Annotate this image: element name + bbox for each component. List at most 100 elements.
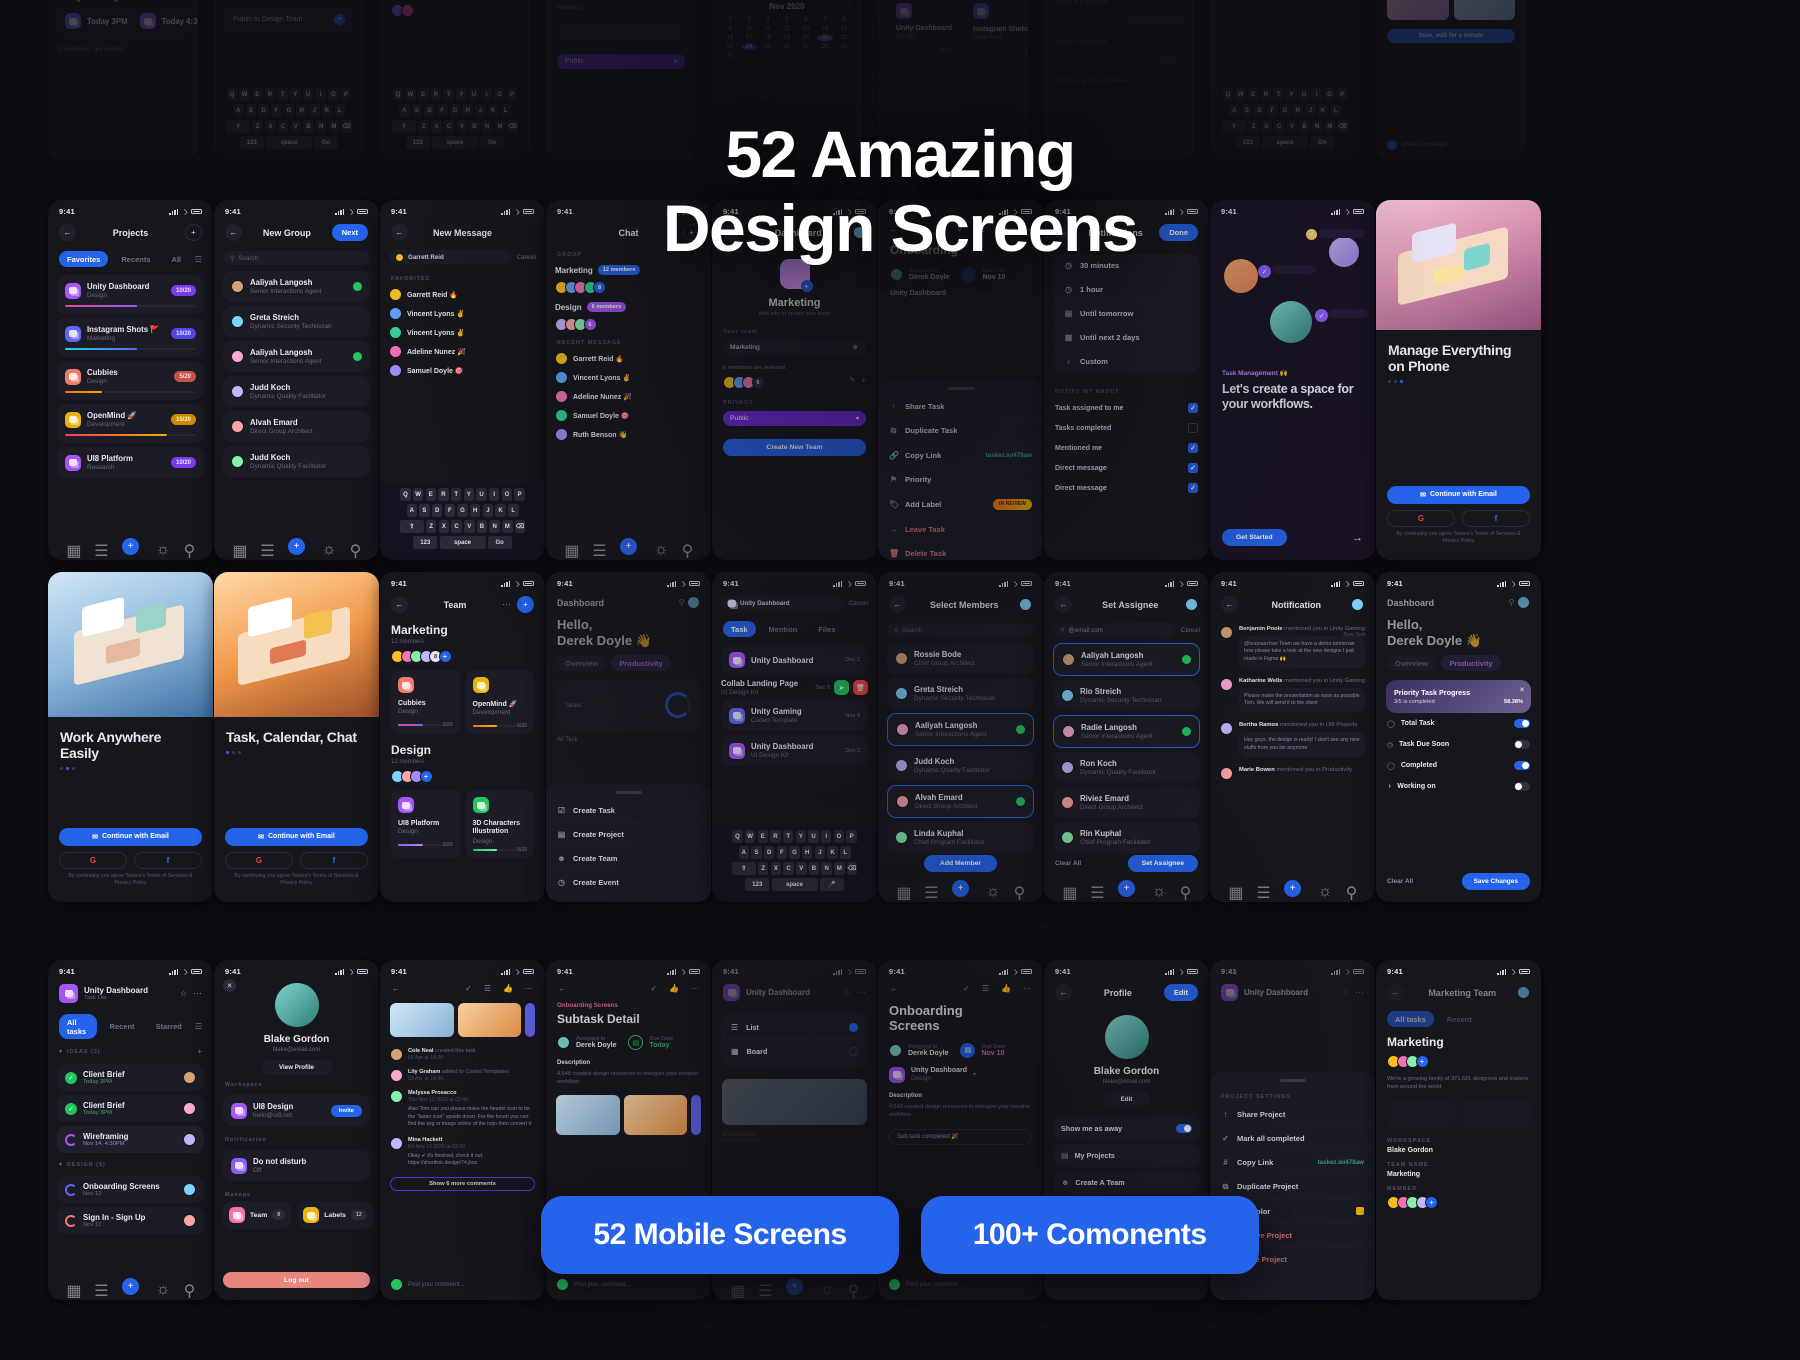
checkbox[interactable]: ✓ bbox=[1188, 463, 1198, 473]
bottom-nav[interactable]: ▦ ☰ + ☼ ⚲ bbox=[214, 538, 379, 560]
bell-icon[interactable]: ☼ bbox=[1318, 883, 1333, 900]
back-button[interactable]: ← bbox=[1055, 596, 1072, 613]
screen-onboarding-task[interactable]: Task, Calendar, Chat ✉ Continue with Ema… bbox=[214, 572, 379, 902]
filter-row[interactable]: ◯ Total Task bbox=[1376, 713, 1541, 734]
project-card[interactable]: 3D Characters Illustration Design 5/20 bbox=[465, 790, 534, 858]
toggle[interactable] bbox=[1514, 761, 1530, 771]
email-field[interactable]: ⚲ @email.com bbox=[1053, 623, 1176, 637]
checkbox[interactable]: ✓ bbox=[1188, 483, 1198, 493]
filter-row[interactable]: ◑ Working on bbox=[1376, 776, 1541, 797]
like-icon[interactable]: 👍 bbox=[503, 984, 513, 993]
clear-all-button[interactable]: Clear All bbox=[1387, 878, 1413, 885]
list-item[interactable]: ✓ Client Brief Today 3PM bbox=[57, 1064, 204, 1091]
continue-with-email-button[interactable]: ✉ Continue with Email bbox=[59, 827, 202, 846]
dot[interactable] bbox=[1388, 380, 1391, 384]
like-icon[interactable]: 👍 bbox=[669, 984, 679, 993]
list-icon[interactable]: ☰ bbox=[758, 1281, 772, 1300]
logout-button[interactable]: Log out bbox=[223, 1272, 370, 1288]
assignee-list[interactable]: Aaliyah Langosh Senior Interactions Agen… bbox=[1044, 643, 1209, 853]
more-icon[interactable]: ⋯ bbox=[525, 984, 533, 993]
back-button[interactable]: ← bbox=[1387, 984, 1404, 1001]
attachment-thumb[interactable] bbox=[525, 1003, 535, 1037]
grid-icon[interactable]: ▦ bbox=[1228, 883, 1243, 902]
calendar-icon[interactable]: ▤ bbox=[628, 1035, 644, 1050]
chevron-down-icon[interactable]: ▾ bbox=[59, 1161, 62, 1168]
chip-productivity[interactable]: Productivity bbox=[1441, 655, 1501, 672]
menu-item-leave-task[interactable]: → Leave Task bbox=[878, 518, 1043, 542]
list-item[interactable]: Rin Kuphal Chief Program Facilitator bbox=[1053, 822, 1200, 853]
table-row[interactable]: Unity Dashboard Dec 2 bbox=[721, 645, 868, 675]
attachment-thumb[interactable] bbox=[390, 1003, 454, 1037]
clear-all-button[interactable]: Clear All bbox=[1055, 860, 1081, 867]
progress-filters[interactable]: ◯ Total Task ◷ Task Due Soon ◯ Completed… bbox=[1376, 713, 1541, 797]
bell-icon[interactable]: ☼ bbox=[986, 883, 1001, 900]
row-show-away[interactable]: Show me as away bbox=[1053, 1117, 1200, 1140]
subtask-completed-row[interactable]: Sub task completed 🎉 bbox=[889, 1128, 1032, 1145]
create-team-button[interactable]: Create New Team bbox=[723, 439, 866, 456]
menu-item-share-task[interactable]: ↑ Share Task bbox=[878, 395, 1043, 419]
google-login-button[interactable]: G bbox=[1387, 509, 1455, 527]
menu-item-delete-task[interactable]: 🗑 Delete Task bbox=[878, 542, 1043, 561]
close-icon[interactable]: ✕ bbox=[223, 979, 236, 992]
tab-all-tasks[interactable]: All tasks bbox=[1387, 1011, 1434, 1027]
menu-item-copy-link[interactable]: 🔗 Copy Link taskez.io/478aw bbox=[878, 444, 1043, 468]
more-icon[interactable]: ⋯ bbox=[1355, 987, 1364, 998]
task-tabs[interactable]: All tasks Recent Starred ☲ bbox=[48, 1008, 213, 1043]
calendar-icon[interactable]: ▤ bbox=[960, 1042, 976, 1058]
list-item[interactable]: Greta Streich Dynamic Security Technicia… bbox=[223, 306, 370, 337]
bottom-nav[interactable]: ▦ ☰ + ☼ ⚲ bbox=[1210, 880, 1375, 902]
calendar-grid[interactable]: 2345678 9 10 11 12 13 14 15 16 17 18 19 20 21 22 23… bbox=[712, 17, 862, 59]
list-item[interactable]: Aaliyah Langosh Senior Interactions Agen… bbox=[223, 271, 370, 302]
bottom-nav[interactable]: ▦ ☰ + ☼ ⚲ bbox=[546, 538, 711, 560]
list-icon[interactable]: ☰ bbox=[924, 883, 938, 902]
row-create-team[interactable]: ☻ Create A Team bbox=[1053, 1171, 1200, 1194]
dot-active[interactable] bbox=[66, 767, 69, 771]
screen-unity-search[interactable]: 9:41 Unity Dashboard Cancel Task Mention… bbox=[712, 572, 877, 902]
list-item[interactable]: Design 6 members bbox=[555, 296, 702, 316]
more-icon[interactable]: ⋯ bbox=[691, 984, 699, 993]
screen-dashboard-create-menu[interactable]: 9:41 Dashboard ⚲ Hello, Derek Doyle 👋 Ov… bbox=[546, 572, 711, 902]
recent-list[interactable]: Garrett Reid 🔥 Vincent Lyons ✌️ Adeline … bbox=[546, 349, 711, 444]
keyboard[interactable]: QWERTYUIOP ASDFGHJKL ⇧ Z X C V B N M ⌫ 123 space 🎤 bbox=[712, 825, 877, 902]
filter-row[interactable]: ◷ Task Due Soon bbox=[1376, 734, 1541, 755]
comment-feed[interactable]: Cole Neal created this task 02 Apr at 18… bbox=[380, 1037, 545, 1172]
menu-item-1-hour[interactable]: ◷ 1 hour bbox=[1053, 278, 1200, 302]
search-icon[interactable]: ⚲ bbox=[184, 1281, 196, 1300]
add-icon[interactable]: + bbox=[197, 1047, 202, 1056]
bottom-nav[interactable]: ▦ ☰ + ☼ ⚲ bbox=[48, 1278, 213, 1300]
add-member-button[interactable]: Add Member bbox=[923, 855, 998, 872]
check-icon[interactable] bbox=[1182, 727, 1191, 736]
menu-item-copy-link[interactable]: # Copy Link taskez.io/478aw bbox=[1210, 1151, 1375, 1175]
search-icon[interactable]: ⚲ bbox=[1509, 598, 1515, 607]
invite-button[interactable]: Invite bbox=[330, 1104, 362, 1117]
bottom-nav[interactable]: ▦ ☰ + ☼ ⚲ bbox=[712, 1278, 877, 1300]
show-more-comments-button[interactable]: Show 6 more comments bbox=[390, 1176, 535, 1191]
team-name-input[interactable]: Marketing ☻ bbox=[723, 340, 866, 355]
tab-recent[interactable]: Recent bbox=[102, 1019, 143, 1035]
grid-icon[interactable]: ▦ bbox=[66, 541, 81, 560]
attachment-thumb[interactable] bbox=[556, 1094, 620, 1135]
action-sheet[interactable]: ↑ Share Task ⧉ Duplicate Task 🔗 Copy Link ta… bbox=[878, 380, 1043, 560]
status-done-icon[interactable]: ✓ bbox=[65, 1071, 77, 1084]
bell-icon[interactable]: ☼ bbox=[1152, 883, 1167, 900]
members-list[interactable]: Rossie Bode Chief Group Architect Greta … bbox=[878, 643, 1043, 853]
list-item[interactable]: Judd Koch Dynamic Quality Facilitator bbox=[223, 376, 370, 407]
add-photo-icon[interactable]: + bbox=[800, 280, 813, 292]
project-card[interactable]: UI8 Platform Design 5/20 bbox=[391, 790, 460, 858]
notification-list[interactable]: Benjamin Poole mentioned you in Unity Ga… bbox=[1210, 617, 1375, 785]
toggle[interactable] bbox=[1176, 1124, 1192, 1133]
set-assignee-button[interactable]: Set Assignee bbox=[1127, 855, 1198, 872]
list-item[interactable]: Samuel Doyle 🎯 bbox=[555, 406, 702, 425]
continue-with-email-button[interactable]: ✉ Continue with Email bbox=[225, 827, 368, 846]
workspace-row[interactable]: UI8 Design hello@ui8.net Invite bbox=[223, 1095, 370, 1126]
search-icon[interactable]: ⚲ bbox=[1180, 883, 1192, 902]
projects-list[interactable]: Unity Dashboard Design 10/20 Instagram S… bbox=[48, 275, 213, 478]
screen-notification-feed[interactable]: 9:41 ← Notification Benjamin Poole menti… bbox=[1210, 572, 1375, 902]
more-icon[interactable]: ⋯ bbox=[857, 987, 866, 998]
checkbox[interactable]: ✓ bbox=[1188, 403, 1198, 413]
list-item[interactable]: Riviez Emard Direct Group Architect bbox=[1053, 787, 1200, 818]
list-item[interactable]: Vincent Lyons ✌️ bbox=[389, 323, 536, 342]
next-month-icon[interactable]: › bbox=[848, 3, 850, 10]
add-icon[interactable]: + bbox=[334, 14, 345, 25]
list-item[interactable]: Rio Streich Dynamic Security Technician bbox=[1053, 680, 1200, 711]
